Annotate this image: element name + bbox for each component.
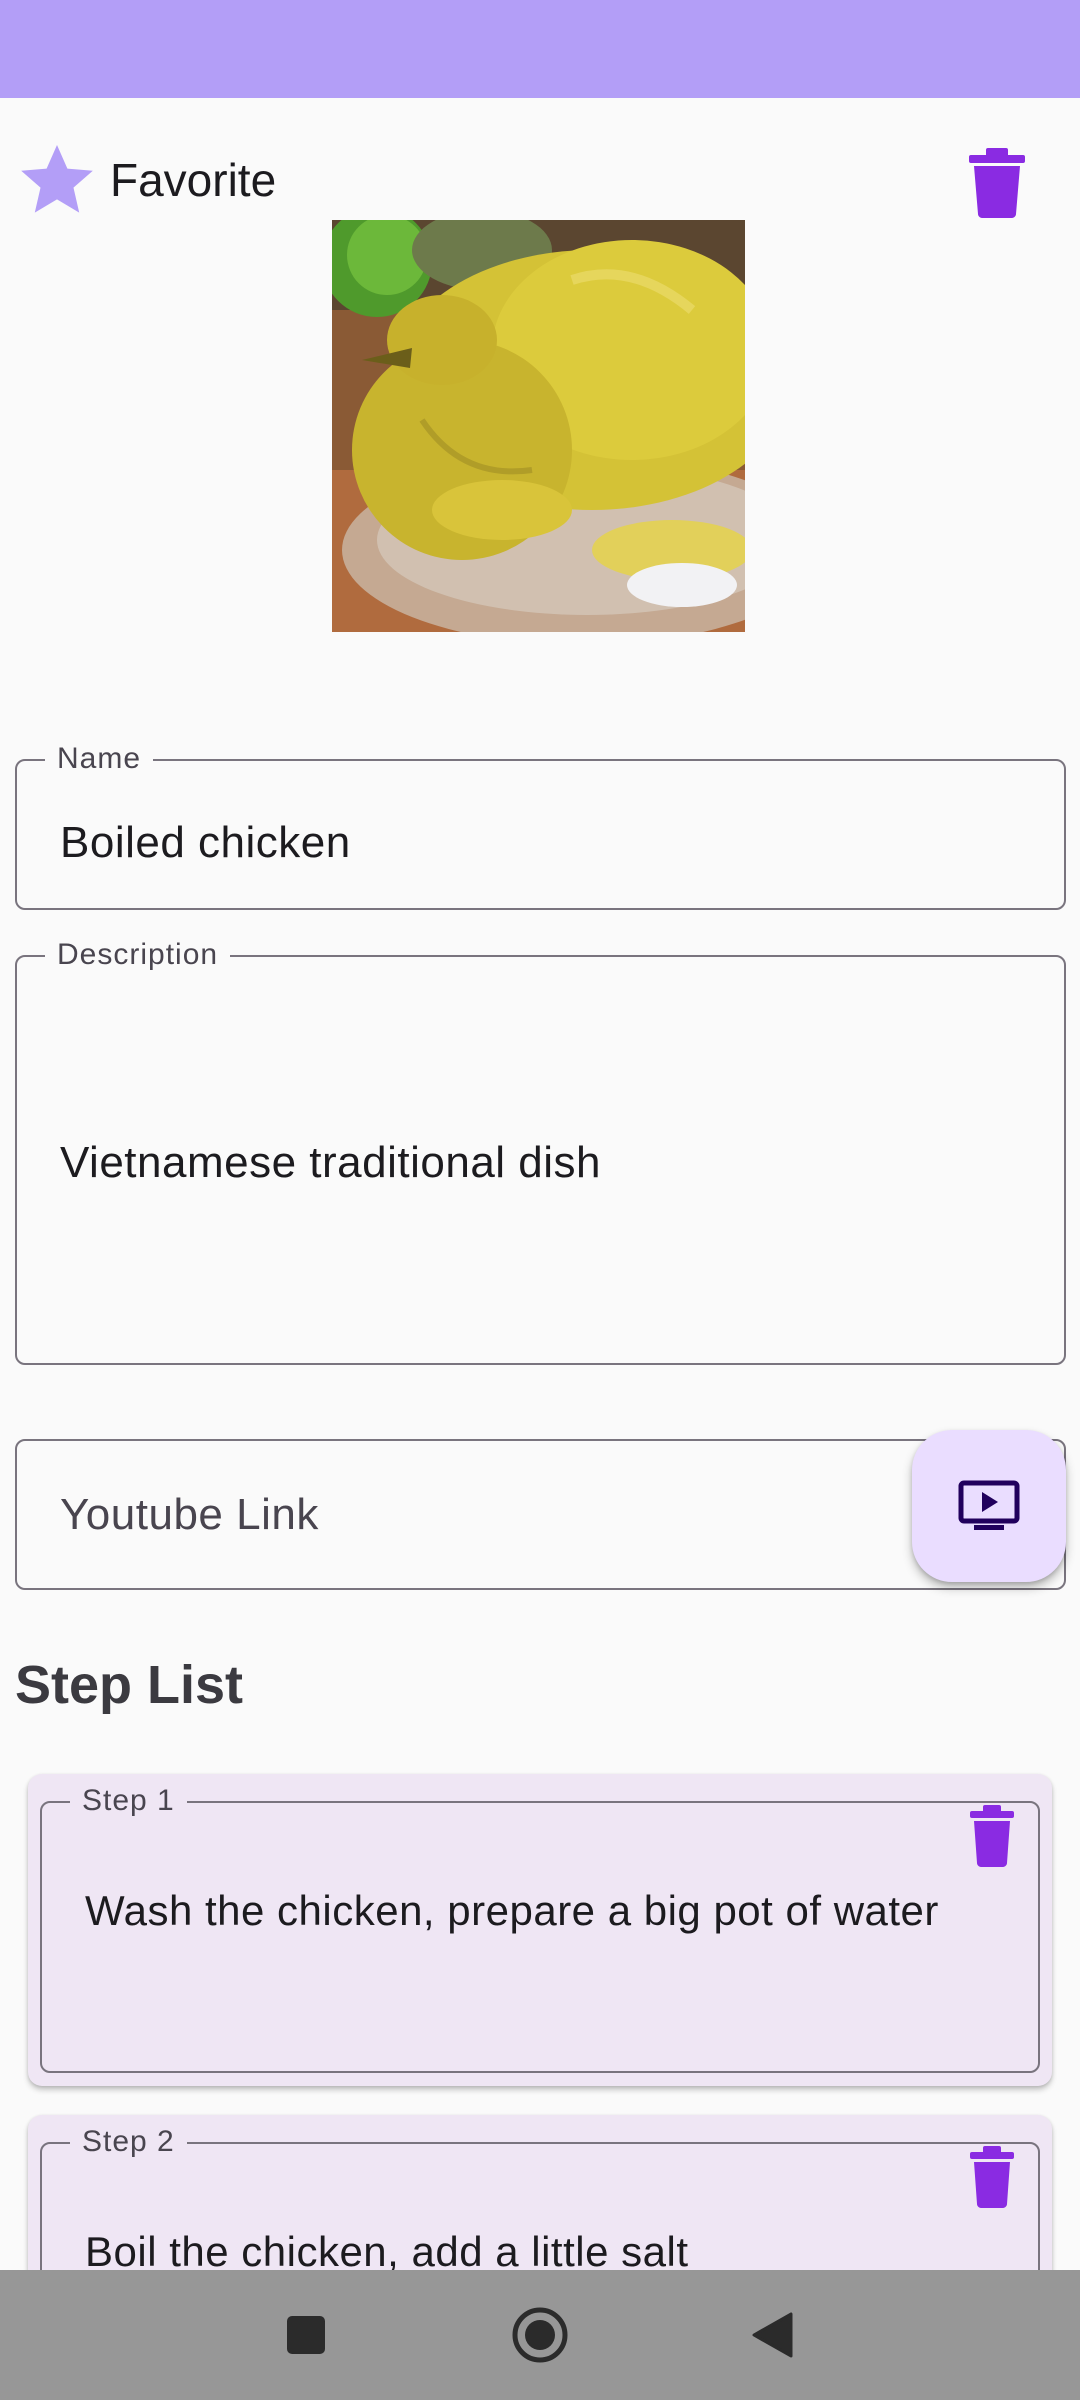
name-label: Name	[45, 739, 154, 779]
home-button[interactable]	[500, 2270, 580, 2400]
description-label: Description	[45, 935, 231, 975]
step-input[interactable]: Wash the chicken, prepare a big pot of w…	[85, 1885, 945, 1937]
star-icon[interactable]	[14, 136, 100, 222]
favorite-label[interactable]: Favorite	[110, 150, 276, 210]
youtube-link-placeholder[interactable]: Youtube Link	[60, 1485, 319, 1545]
navigation-bar	[0, 2270, 1080, 2400]
step-list-title: Step List	[15, 1655, 244, 1715]
name-input[interactable]: Boiled chicken	[60, 813, 351, 873]
name-field[interactable]: Name Boiled chicken	[15, 739, 1066, 910]
play-video-button[interactable]	[912, 1430, 1066, 1582]
square-icon	[287, 2316, 325, 2354]
description-input[interactable]: Vietnamese traditional dish	[60, 1133, 601, 1193]
trash-icon[interactable]	[968, 2144, 1016, 2208]
step-label: Step 1	[70, 1781, 187, 1821]
step-label: Step 2	[70, 2122, 187, 2162]
recipe-image	[332, 220, 745, 632]
tv-play-icon	[958, 1480, 1020, 1530]
back-button[interactable]	[732, 2270, 812, 2400]
step-card: Step 1 Wash the chicken, prepare a big p…	[28, 1774, 1052, 2086]
recents-button[interactable]	[266, 2270, 346, 2400]
circle-icon	[512, 2307, 568, 2363]
trash-icon[interactable]	[966, 146, 1028, 218]
status-bar	[0, 0, 1080, 98]
youtube-link-field[interactable]: Youtube Link	[15, 1439, 1066, 1590]
step-field[interactable]: Step 1 Wash the chicken, prepare a big p…	[40, 1781, 1040, 2073]
description-field[interactable]: Description Vietnamese traditional dish	[15, 935, 1066, 1365]
trash-icon[interactable]	[968, 1803, 1016, 1867]
triangle-back-icon	[752, 2312, 793, 2358]
